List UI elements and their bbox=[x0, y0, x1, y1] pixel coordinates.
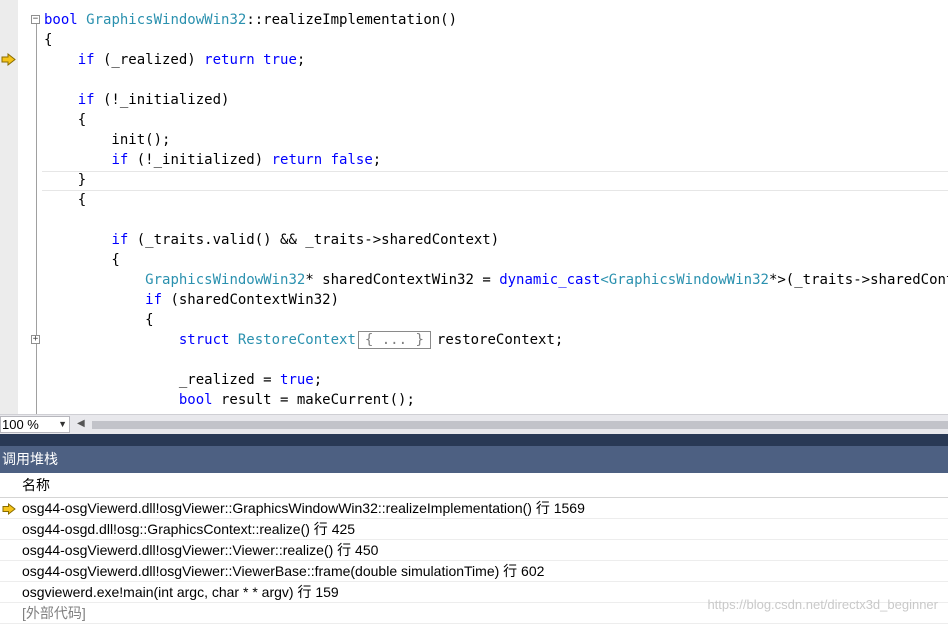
code-token: *>(_traits->sharedContext); bbox=[768, 272, 948, 288]
code-line[interactable]: bool result = makeCurrent(); bbox=[44, 390, 415, 410]
code-line[interactable]: { bbox=[44, 310, 154, 330]
code-line[interactable]: { bbox=[44, 190, 86, 210]
code-token: (sharedContextWin32) bbox=[162, 292, 340, 308]
call-stack-frame-text: osg44-osgViewerd.dll!osgViewer::Graphics… bbox=[22, 500, 585, 516]
code-token: GraphicsWindowWin32 bbox=[86, 12, 247, 28]
code-line[interactable]: } bbox=[44, 170, 86, 190]
code-token: { bbox=[44, 112, 87, 128]
watermark-text: https://blog.csdn.net/directx3d_beginner bbox=[707, 597, 938, 612]
column-header-name[interactable]: 名称 bbox=[0, 473, 948, 498]
code-token: ; bbox=[313, 372, 323, 388]
code-line[interactable]: { bbox=[44, 30, 52, 50]
code-token: if bbox=[111, 232, 129, 248]
code-token: _realized = bbox=[44, 372, 281, 388]
code-line[interactable]: struct RestoreContext{ ... } restoreConte… bbox=[44, 330, 563, 350]
dropdown-arrow-icon: ▼ bbox=[58, 419, 67, 429]
call-stack-title: 调用堆栈 bbox=[0, 446, 948, 473]
code-token: (_realized) bbox=[94, 52, 205, 68]
code-line[interactable]: if (!_initialized) return false; bbox=[44, 150, 381, 170]
code-line[interactable]: _realized = true; bbox=[44, 370, 322, 390]
code-line[interactable]: init(); bbox=[44, 130, 170, 150]
call-stack-row[interactable]: osg44-osgViewerd.dll!osgViewer::ViewerBa… bbox=[0, 561, 948, 582]
collapse-toggle-icon[interactable]: − bbox=[31, 15, 40, 24]
code-line[interactable]: if (_realized) return true; bbox=[44, 50, 306, 70]
code-token: init(); bbox=[44, 132, 171, 148]
code-line[interactable]: if (_traits.valid() && _traits->sharedCo… bbox=[44, 230, 499, 250]
code-token: ; bbox=[372, 152, 382, 168]
expand-toggle-icon[interactable]: + bbox=[31, 335, 40, 344]
code-token: dynamic_cast bbox=[499, 272, 601, 288]
code-line[interactable]: if (!_initialized) bbox=[44, 90, 230, 110]
code-token: struct bbox=[178, 332, 230, 348]
code-token: bool bbox=[44, 12, 78, 28]
call-stack-frame-text: osg44-osgViewerd.dll!osgViewer::ViewerBa… bbox=[22, 563, 545, 579]
code-token: ::realizeImplementation() bbox=[246, 12, 458, 28]
code-token: return bbox=[271, 152, 323, 168]
code-token: if bbox=[77, 52, 95, 68]
code-token: result = makeCurrent(); bbox=[212, 392, 415, 408]
code-editor[interactable]: − + bool GraphicsWindowWin32::realizeImp… bbox=[0, 0, 948, 414]
code-token: (_traits.valid() && _traits->sharedConte… bbox=[128, 232, 500, 248]
call-stack-row-current[interactable]: osg44-osgViewerd.dll!osgViewer::Graphics… bbox=[0, 498, 948, 519]
code-token: if bbox=[145, 292, 163, 308]
code-token: } bbox=[44, 172, 87, 188]
code-token: { bbox=[44, 312, 154, 328]
code-line[interactable]: bool GraphicsWindowWin32::realizeImpleme… bbox=[44, 10, 457, 30]
zoom-value: 100 % bbox=[2, 417, 39, 432]
code-line[interactable]: { bbox=[44, 110, 86, 130]
panel-splitter[interactable] bbox=[0, 434, 948, 446]
code-token: { bbox=[44, 252, 120, 268]
code-token: if bbox=[111, 152, 129, 168]
code-token: true bbox=[280, 372, 314, 388]
horizontal-scrollbar[interactable] bbox=[92, 421, 948, 429]
current-statement-arrow-icon bbox=[1, 53, 16, 66]
code-line[interactable]: GraphicsWindowWin32* sharedContextWin32 … bbox=[44, 270, 948, 290]
scroll-left-icon[interactable]: ◀ bbox=[77, 418, 85, 429]
code-token: bool bbox=[178, 392, 213, 408]
code-token: { bbox=[44, 32, 53, 48]
current-frame-arrow-icon bbox=[2, 503, 16, 515]
code-token: if bbox=[77, 92, 95, 108]
code-token: ; bbox=[296, 52, 306, 68]
code-token: GraphicsWindowWin32 bbox=[145, 272, 306, 288]
code-line[interactable]: if (sharedContextWin32) bbox=[44, 290, 339, 310]
code-token: return bbox=[204, 52, 255, 68]
editor-status-bar: 100 % ▼ ◀ bbox=[0, 414, 948, 434]
zoom-dropdown[interactable]: 100 % ▼ bbox=[0, 416, 70, 433]
collapsed-region[interactable]: { ... } bbox=[357, 331, 431, 349]
call-stack-frame-text: [外部代码] bbox=[22, 605, 86, 621]
code-token: GraphicsWindowWin32 bbox=[608, 272, 769, 288]
call-stack-frame-text: osgviewerd.exe!main(int argc, char * * a… bbox=[22, 584, 339, 600]
code-token: < bbox=[600, 272, 609, 288]
code-token: (!_initialized) bbox=[94, 92, 230, 108]
code-token: false bbox=[330, 152, 373, 168]
code-token: RestoreContext bbox=[237, 332, 356, 348]
call-stack-frame-text: osg44-osgViewerd.dll!osgViewer::Viewer::… bbox=[22, 542, 379, 558]
code-token: (!_initialized) bbox=[128, 152, 272, 168]
call-stack-frame-text: osg44-osgd.dll!osg::GraphicsContext::rea… bbox=[22, 521, 356, 537]
call-stack-row[interactable]: osg44-osgd.dll!osg::GraphicsContext::rea… bbox=[0, 519, 948, 540]
code-line[interactable]: { bbox=[44, 250, 120, 270]
code-token: { bbox=[44, 192, 87, 208]
call-stack-row[interactable]: osg44-osgViewerd.dll!osgViewer::Viewer::… bbox=[0, 540, 948, 561]
code-token: * sharedContextWin32 = bbox=[305, 272, 500, 288]
current-line-highlight bbox=[42, 171, 948, 191]
code-token: true bbox=[263, 52, 297, 68]
code-token: restoreContext; bbox=[436, 332, 564, 348]
outlining-margin: − + bbox=[29, 0, 43, 414]
